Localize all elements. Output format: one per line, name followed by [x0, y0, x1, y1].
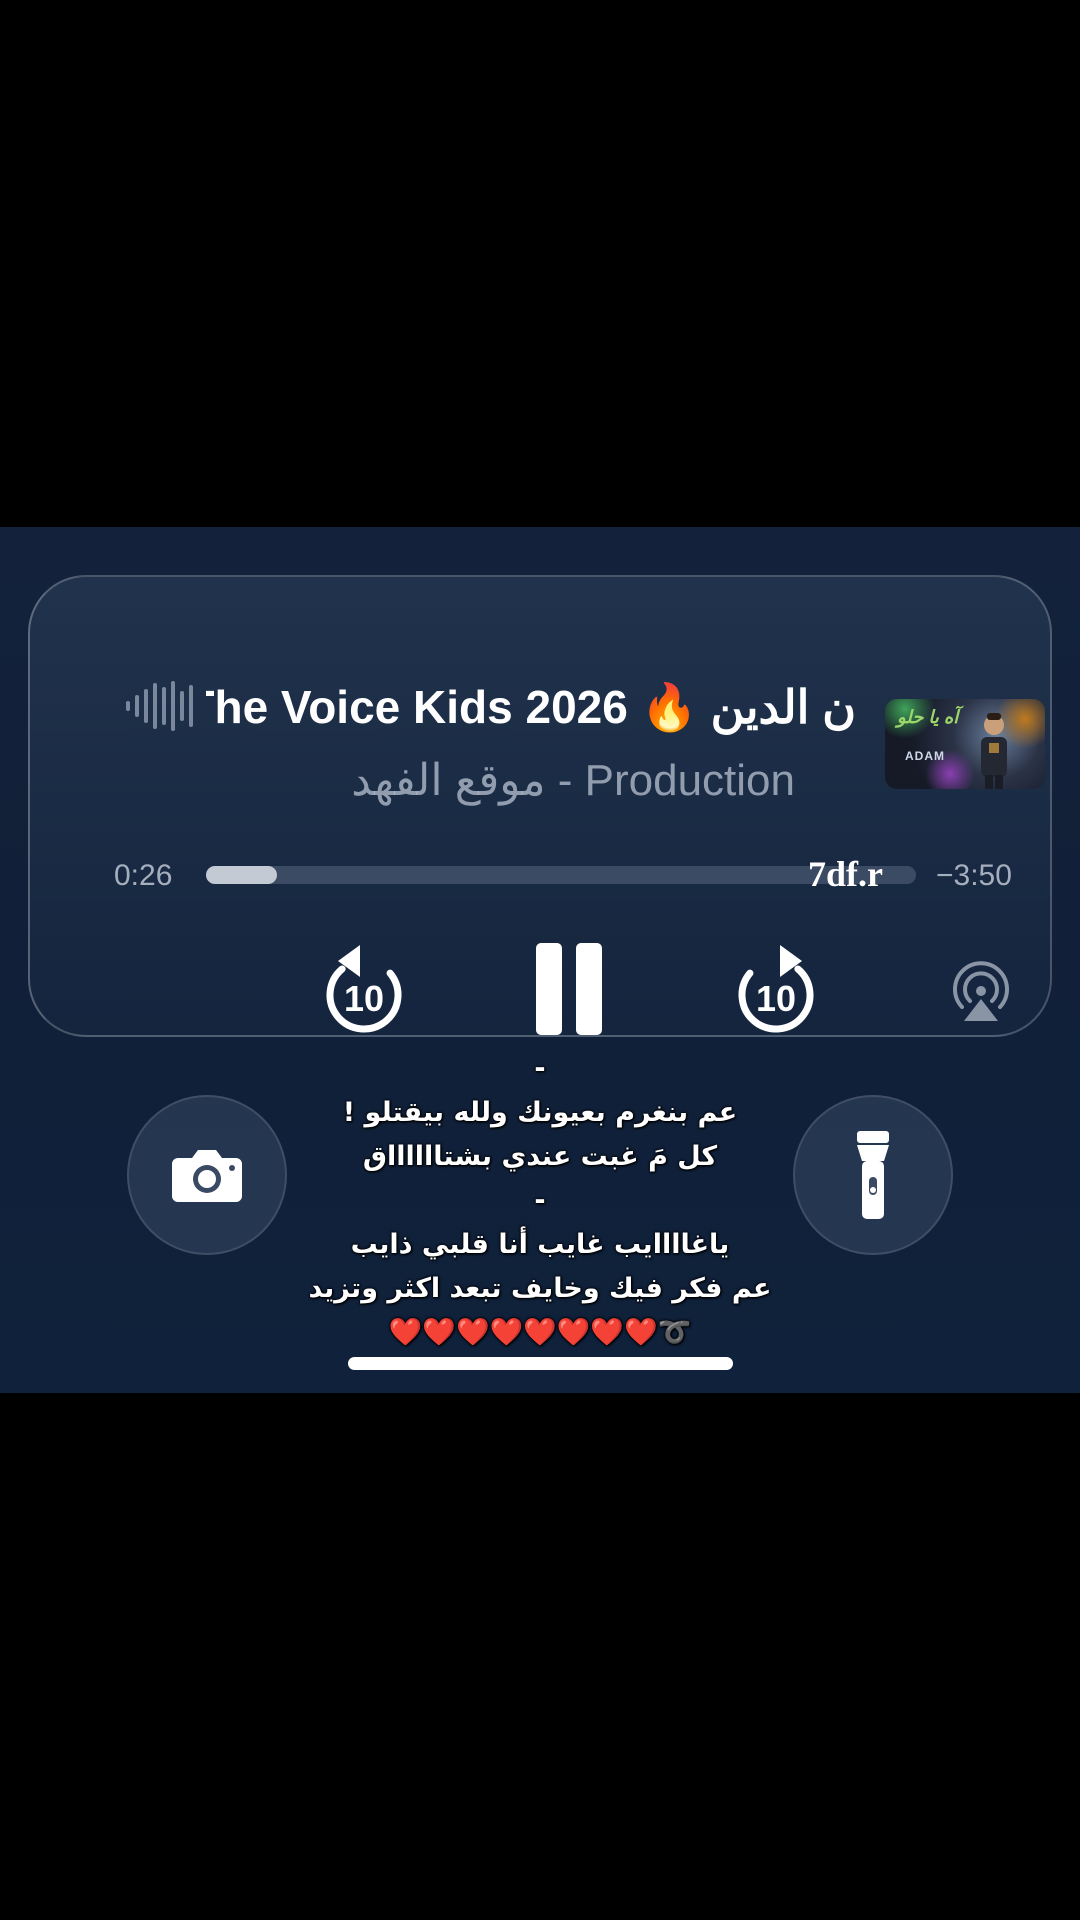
- caption-line: -: [534, 1185, 546, 1216]
- artwork-figure: [981, 713, 1007, 789]
- elapsed-time: 0:26: [114, 859, 173, 892]
- artwork-name-text: ADAM: [905, 749, 945, 763]
- caption-line: عم بنغرم بعيونك ولله بيقتلو !: [342, 1097, 738, 1128]
- pause-icon[interactable]: [534, 943, 604, 1035]
- home-indicator[interactable]: [348, 1357, 733, 1370]
- gobackward-10-icon[interactable]: 10: [320, 939, 408, 1039]
- track-subtitle[interactable]: موقع الفهد - Production: [351, 753, 795, 809]
- caption-line: ياغاااايب غايب أنا قلبي ذايب: [350, 1229, 730, 1260]
- waveform-icon: [126, 681, 193, 731]
- track-title-text: The Voice Kids 2026 🔥 ن الدين: [206, 681, 856, 733]
- track-title[interactable]: The Voice Kids 2026 🔥 ن الدين: [206, 677, 856, 737]
- caption-line: كل مَ غبت عندي بشتااااااق: [362, 1141, 718, 1172]
- album-artwork[interactable]: آه يا حلو ADAM: [885, 699, 1045, 789]
- caption-line: عم فكر فيك وخايف تبعد اكثر وتزيد: [308, 1273, 772, 1304]
- skip-back-label: 10: [344, 978, 384, 1019]
- caption-line: ➰❤️❤️❤️❤️❤️❤️❤️❤️: [388, 1317, 692, 1348]
- lyrics-caption: - عم بنغرم بعيونك ولله بيقتلو ! كل مَ غب…: [240, 1047, 840, 1355]
- camera-icon: [172, 1150, 242, 1202]
- flashlight-icon: [857, 1131, 889, 1219]
- playback-progress-fill: [206, 866, 277, 884]
- artwork-script-text: آه يا حلو: [897, 707, 959, 727]
- skip-forward-label: 10: [756, 978, 796, 1019]
- goforward-10-icon[interactable]: 10: [732, 939, 820, 1039]
- airplay-audio-icon[interactable]: [950, 961, 1012, 1023]
- lock-screen: The Voice Kids 2026 🔥 ن الدين موقع الفهد…: [0, 527, 1080, 1393]
- now-playing-widget: The Voice Kids 2026 🔥 ن الدين موقع الفهد…: [28, 575, 1052, 1037]
- remaining-time: −3:50: [936, 859, 1012, 892]
- watermark-text: 7df.r: [808, 854, 883, 894]
- caption-line: -: [534, 1053, 546, 1084]
